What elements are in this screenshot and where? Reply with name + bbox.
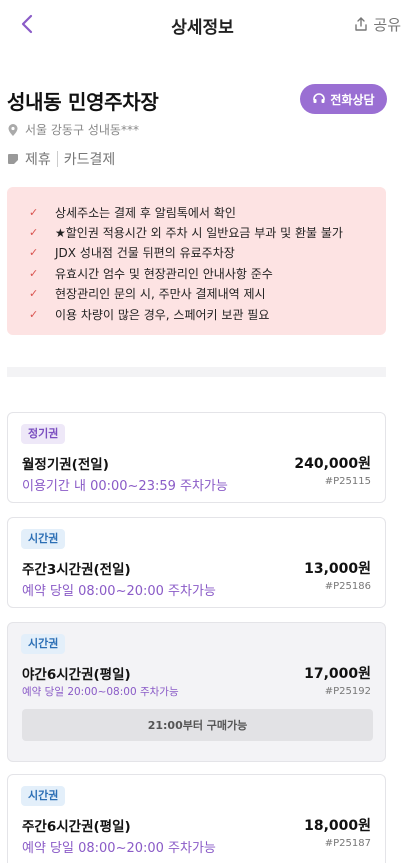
product-description: 예약 당일 08:00~20:00 주차가능 <box>22 584 216 599</box>
product-description: 예약 당일 08:00~20:00 주차가능 <box>22 841 216 856</box>
notice-item: ✓ 현장관리인 문의 시, 주만사 결제내역 제시 <box>29 284 386 304</box>
check-icon: ✓ <box>29 226 39 240</box>
share-button[interactable]: 공유 <box>353 12 401 36</box>
call-consult-button[interactable]: 전화상담 <box>300 84 387 114</box>
check-icon: ✓ <box>29 246 39 260</box>
check-icon: ✓ <box>29 307 39 321</box>
product-price: 240,000원 <box>294 456 371 472</box>
top-app-bar: 상세정보 공유 <box>0 0 405 50</box>
section-divider <box>7 367 386 377</box>
product-card[interactable]: 시간권 주간3시간권(전일) 13,000원 예약 당일 08:00~20:00… <box>7 517 386 608</box>
notice-item: ✓ 상세주소는 결제 후 알림톡에서 확인 <box>29 202 386 222</box>
buy-available-later-button[interactable]: 21:00부터 구매가능 <box>22 709 373 741</box>
page-title: 상세정보 <box>171 18 234 38</box>
product-code: #P25186 <box>324 581 371 592</box>
check-icon: ✓ <box>29 205 39 219</box>
product-card[interactable]: 시간권 야간6시간권(평일) 17,000원 예약 당일 20:00~08:00… <box>7 622 386 762</box>
product-type-badge: 시간권 <box>21 529 66 549</box>
notice-item: ✓ ★할인권 적용시간 외 주차 시 일반요금 부과 및 환불 불가 <box>29 222 386 242</box>
address-row: 서울 강동구 성내동*** <box>7 121 139 138</box>
notice-item: ✓ 유효시간 엄수 및 현장관리인 안내사항 준수 <box>29 263 386 283</box>
product-name: 야간6시간권(평일) <box>22 667 131 683</box>
notice-text: 유효시간 엄수 및 현장관리인 안내사항 준수 <box>55 266 273 281</box>
product-card[interactable]: 정기권 월정기권(전일) 240,000원 이용기간 내 00:00~23:59… <box>7 412 386 503</box>
check-icon: ✓ <box>29 266 39 280</box>
notice-box: ✓ 상세주소는 결제 후 알림톡에서 확인 ✓ ★할인권 적용시간 외 주차 시 일… <box>7 187 386 335</box>
call-consult-label: 전화상담 <box>330 92 375 107</box>
notice-item: ✓ 이용 차량이 많은 경우, 스페어키 보관 필요 <box>29 304 386 324</box>
notice-text: ★할인권 적용시간 외 주차 시 일반요금 부과 및 환불 불가 <box>55 226 343 241</box>
feature-tags: 제휴 카드결제 <box>7 149 115 169</box>
tag-divider <box>56 151 58 167</box>
headset-icon <box>313 93 326 103</box>
product-name: 월정기권(전일) <box>22 457 109 473</box>
product-price: 17,000원 <box>304 666 371 682</box>
product-type-badge: 시간권 <box>21 786 66 806</box>
tag-icon <box>8 154 18 164</box>
tag-partnership: 제휴 <box>25 152 51 168</box>
product-name: 주간3시간권(전일) <box>22 562 131 578</box>
product-description: 이용기간 내 00:00~23:59 주차가능 <box>22 479 228 494</box>
lot-title-row: 성내동 민영주차장 전화상담 <box>7 84 387 116</box>
location-pin-icon <box>8 123 18 136</box>
product-code: #P25192 <box>324 686 371 697</box>
parking-lot-name: 성내동 민영주차장 <box>7 90 159 114</box>
product-code: #P25187 <box>324 838 371 849</box>
notice-text: 이용 차량이 많은 경우, 스페어키 보관 필요 <box>55 307 270 322</box>
address-text: 서울 강동구 성내동*** <box>25 123 139 137</box>
product-price: 13,000원 <box>304 561 371 577</box>
product-price: 18,000원 <box>304 818 371 834</box>
product-code: #P25115 <box>324 476 371 487</box>
share-icon <box>355 17 368 31</box>
notice-text: 현장관리인 문의 시, 주만사 결제내역 제시 <box>55 287 266 302</box>
product-type-badge: 시간권 <box>21 634 66 654</box>
share-label: 공유 <box>373 15 401 34</box>
notice-text: JDX 성내점 건물 뒤편의 유료주차장 <box>55 246 235 261</box>
notice-text: 상세주소는 결제 후 알림톡에서 확인 <box>55 205 236 220</box>
product-name: 주간6시간권(평일) <box>22 819 131 835</box>
product-type-badge: 정기권 <box>21 424 66 444</box>
check-icon: ✓ <box>29 287 39 301</box>
product-description: 예약 당일 20:00~08:00 주차가능 <box>22 686 179 698</box>
notice-item: ✓ JDX 성내점 건물 뒤편의 유료주차장 <box>29 243 386 263</box>
product-card[interactable]: 시간권 주간6시간권(평일) 18,000원 예약 당일 08:00~20:00… <box>7 774 386 863</box>
tag-card-payment: 카드결제 <box>63 152 116 168</box>
